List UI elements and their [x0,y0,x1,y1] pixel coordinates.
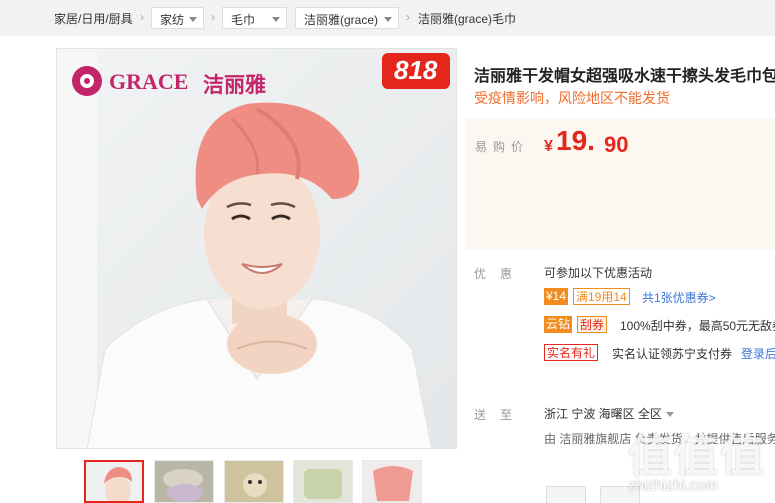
chevron-down-icon [666,412,675,418]
thumbnail-5[interactable] [362,460,422,503]
breadcrumb-separator: › [140,10,144,24]
breadcrumb-dropdown-brand[interactable]: 洁丽雅(grace) [295,7,399,29]
watermark-char: 值 [674,432,720,481]
watermark-char: 值 [720,432,766,481]
breadcrumb: 家居/日用/厨具 › 家纺 › 毛巾 › 洁丽雅(grace) › 洁丽雅(gr… [0,0,775,36]
dropdown-label: 毛巾 [231,13,256,27]
product-main-image[interactable]: GRACE 洁丽雅 818 [56,48,457,449]
breadcrumb-home[interactable]: 家居/日用/厨具 [54,10,133,27]
thumbnail-image [294,461,352,502]
promo-intro: 可参加以下优惠活动 [544,266,653,280]
thumbnail-4[interactable] [293,460,353,503]
price-integer: 19. [556,125,595,156]
promo-label: 优惠 [474,267,527,281]
shiming-tag: 实名有礼 [544,344,599,361]
login-link[interactable]: 登录后 [741,345,775,362]
breadcrumb-separator: › [406,10,410,24]
thumbnail-1[interactable] [84,460,144,503]
thumbnail-3[interactable] [224,460,284,503]
breadcrumb-dropdown-maojin[interactable]: 毛巾 [222,7,287,29]
guaquan-text: 100%刮中券，最高50元无敌券 [620,319,775,333]
breadcrumb-current: 洁丽雅(grace)毛巾 [418,12,517,26]
region-text: 浙江 宁波 海曙区 全区 [544,407,663,421]
chevron-down-icon [189,17,197,22]
coupon-amount-tag: ¥14 [544,288,569,305]
guaquan-tag: 刮券 [577,316,608,333]
dropdown-label: 洁丽雅(grace) [304,13,379,27]
thumbnail-image [86,462,142,501]
price-decimal: 90 [604,132,629,157]
price-label: 易购价 [475,140,530,154]
breadcrumb-separator: › [211,10,215,24]
price-box: 易购价 ¥ 19. 90 [465,118,775,250]
shiming-text: 实名认证领苏宁支付券 [612,347,733,361]
brand-name-en: GRACE [109,69,189,94]
thumbnail-image [155,461,213,502]
epidemic-notice: 受疫情影响，风险地区不能发货 [474,90,670,106]
delivery-label: 送至 [474,408,527,422]
coupon-condition-tag: 满19用14 [573,288,630,305]
product-photo [57,49,456,448]
promo-badge-818: 818 [394,55,438,85]
thumbnail-2[interactable] [154,460,214,503]
watermark-glyphs: 值值值 [628,420,766,484]
brand-name-cn: 洁丽雅 [203,74,266,97]
yunzuan-tag: 云钻 [544,316,573,333]
chevron-down-icon [272,17,280,22]
coupon-link[interactable]: 共1张优惠券> [642,289,716,306]
watermark-url: zhizhizhi.com [628,477,719,494]
breadcrumb-dropdown-jiafang[interactable]: 家纺 [151,7,204,29]
grace-logo [72,66,102,96]
thumbnail-image [363,461,421,502]
color-option[interactable] [546,486,586,503]
watermark-char: 值 [628,432,674,481]
product-title: 洁丽雅干发帽女超强吸水速干擦头发毛巾包 [474,68,775,85]
dropdown-label: 家纺 [160,13,185,27]
currency-symbol: ¥ [544,138,553,155]
chevron-down-icon [384,17,392,22]
thumbnail-image [225,461,283,502]
